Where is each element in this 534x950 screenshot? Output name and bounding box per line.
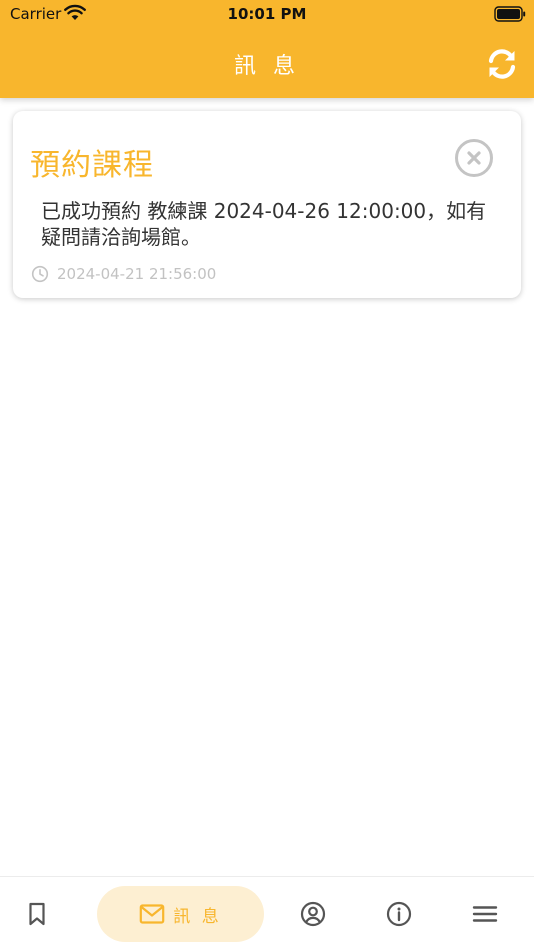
message-time-row: 2024-04-21 21:56:00 — [31, 263, 216, 285]
battery-icon — [494, 6, 526, 22]
tab-info[interactable] — [374, 877, 424, 950]
menu-icon — [472, 906, 498, 922]
message-list: 預約課程 已成功預約 教練課 2024-04-26 12:00:00，如有疑問請… — [0, 98, 534, 876]
refresh-icon — [488, 49, 516, 79]
dismiss-message-button[interactable] — [454, 138, 494, 178]
tab-bar: 訊 息 — [0, 876, 534, 950]
close-circle-icon — [455, 139, 493, 177]
message-card[interactable]: 預約課程 已成功預約 教練課 2024-04-26 12:00:00，如有疑問請… — [13, 111, 521, 298]
tab-menu[interactable] — [460, 877, 510, 950]
tab-bookmark[interactable] — [12, 877, 62, 950]
clock-icon — [31, 265, 49, 283]
status-bar: Carrier 10:01 PM — [0, 0, 534, 30]
screen: Carrier 10:01 PM 訊 息 預約課程 已成功預約 教練課 2024… — [0, 0, 534, 950]
user-circle-icon — [300, 901, 326, 927]
message-body: 已成功預約 教練課 2024-04-26 12:00:00，如有疑問請洽詢場館。 — [41, 199, 487, 249]
message-timestamp: 2024-04-21 21:56:00 — [57, 265, 217, 283]
mail-icon — [139, 904, 165, 924]
app-header: Carrier 10:01 PM 訊 息 — [0, 0, 534, 98]
message-title: 預約課程 — [30, 148, 154, 183]
tab-profile[interactable] — [288, 877, 338, 950]
tab-messages[interactable]: 訊 息 — [97, 886, 264, 942]
refresh-button[interactable] — [484, 46, 520, 82]
tab-messages-label: 訊 息 — [173, 906, 222, 927]
page-title: 訊 息 — [234, 54, 300, 79]
info-icon — [386, 901, 412, 927]
bookmark-icon — [29, 902, 45, 926]
status-time: 10:01 PM — [227, 5, 307, 23]
